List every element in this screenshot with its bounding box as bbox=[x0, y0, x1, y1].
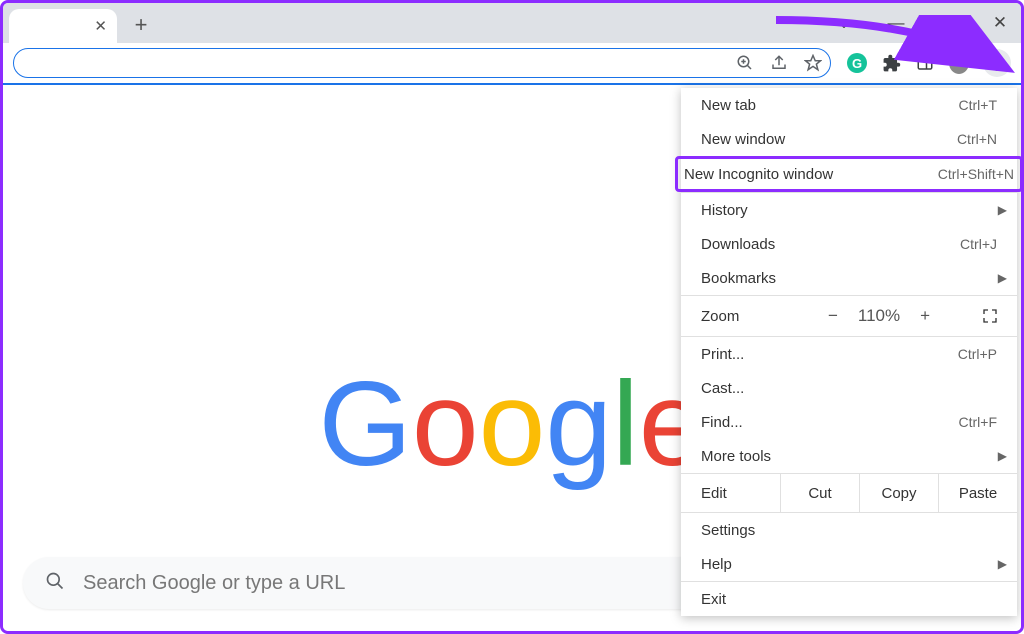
tab-strip: ✕ + ⌄ — ▢ ✕ bbox=[3, 3, 1021, 43]
extensions-puzzle-icon[interactable] bbox=[881, 53, 901, 73]
logo-letter: l bbox=[612, 355, 639, 493]
search-icon bbox=[45, 571, 65, 596]
chevron-right-icon: ▶ bbox=[998, 449, 1007, 463]
logo-letter: g bbox=[545, 355, 612, 493]
search-placeholder: Search Google or type a URL bbox=[83, 572, 345, 595]
menu-item-bookmarks[interactable]: Bookmarks▶ bbox=[681, 261, 1017, 295]
google-logo: G o o g l e bbox=[318, 355, 705, 493]
copy-button[interactable]: Copy bbox=[860, 474, 939, 512]
chevron-right-icon: ▶ bbox=[998, 203, 1007, 217]
menu-item-more-tools[interactable]: More tools▶ bbox=[681, 439, 1017, 473]
menu-item-new-tab[interactable]: New tabCtrl+T bbox=[681, 88, 1017, 122]
zoom-icon[interactable] bbox=[736, 54, 754, 72]
menu-item-print[interactable]: Print...Ctrl+P bbox=[681, 337, 1017, 371]
menu-item-help[interactable]: Help▶ bbox=[681, 547, 1017, 581]
toolbar: G ⋮ bbox=[3, 43, 1021, 83]
bookmark-star-icon[interactable] bbox=[804, 54, 822, 72]
menu-item-cast[interactable]: Cast... bbox=[681, 371, 1017, 405]
chrome-menu: New tabCtrl+TNew windowCtrl+NNew Incogni… bbox=[681, 88, 1017, 616]
browser-window: ✕ + ⌄ — ▢ ✕ G bbox=[0, 0, 1024, 634]
menu-zoom-row: Zoom −110% + bbox=[681, 296, 1017, 336]
cut-button[interactable]: Cut bbox=[781, 474, 860, 512]
zoom-value: 110% bbox=[858, 306, 900, 326]
close-tab-icon[interactable]: ✕ bbox=[94, 17, 107, 35]
profile-avatar[interactable] bbox=[949, 53, 969, 73]
zoom-out-button[interactable]: − bbox=[828, 306, 838, 326]
share-icon[interactable] bbox=[770, 54, 788, 72]
menu-item-new-window[interactable]: New windowCtrl+N bbox=[681, 122, 1017, 156]
edit-label: Edit bbox=[681, 474, 781, 512]
chevron-right-icon: ▶ bbox=[998, 271, 1007, 285]
active-tab[interactable]: ✕ bbox=[9, 9, 117, 43]
new-tab-button[interactable]: + bbox=[127, 11, 155, 39]
menu-edit-row: EditCutCopyPaste bbox=[681, 474, 1017, 512]
extension-icons: G ⋮ bbox=[837, 49, 1015, 77]
zoom-label: Zoom bbox=[681, 308, 781, 325]
logo-letter: o bbox=[412, 355, 479, 493]
menu-item-downloads[interactable]: DownloadsCtrl+J bbox=[681, 227, 1017, 261]
close-window-button[interactable]: ✕ bbox=[985, 13, 1015, 33]
menu-item-new-incognito-window[interactable]: New Incognito windowCtrl+Shift+N bbox=[675, 156, 1023, 192]
logo-letter: o bbox=[479, 355, 546, 493]
tab-search-chevron-icon[interactable]: ⌄ bbox=[829, 13, 859, 33]
fullscreen-button[interactable] bbox=[977, 308, 1017, 324]
more-menu-button[interactable]: ⋮ bbox=[983, 49, 1011, 77]
menu-item-exit[interactable]: Exit bbox=[681, 582, 1017, 616]
minimize-button[interactable]: — bbox=[881, 13, 911, 33]
menu-item-history[interactable]: History▶ bbox=[681, 193, 1017, 227]
address-bar[interactable] bbox=[13, 48, 831, 78]
maximize-button[interactable]: ▢ bbox=[933, 13, 963, 33]
grammarly-extension-icon[interactable]: G bbox=[847, 53, 867, 73]
menu-item-find[interactable]: Find...Ctrl+F bbox=[681, 405, 1017, 439]
menu-item-settings[interactable]: Settings bbox=[681, 513, 1017, 547]
zoom-in-button[interactable]: + bbox=[920, 306, 930, 326]
logo-letter: G bbox=[318, 355, 411, 493]
paste-button[interactable]: Paste bbox=[939, 474, 1017, 512]
window-controls: ⌄ — ▢ ✕ bbox=[829, 3, 1015, 43]
side-panel-icon[interactable] bbox=[915, 53, 935, 73]
chevron-right-icon: ▶ bbox=[998, 557, 1007, 571]
